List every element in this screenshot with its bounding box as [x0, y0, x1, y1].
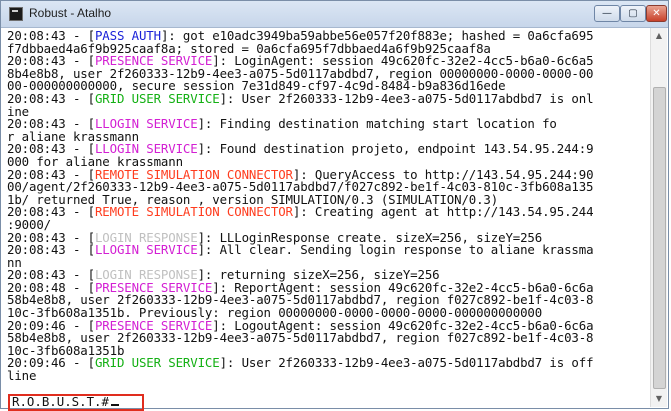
scroll-up-arrow-icon[interactable]: ▲ [651, 28, 667, 44]
console-output[interactable]: 20:08:43 - [PASS AUTH]: got e10adc3949ba… [7, 30, 650, 406]
log-text: ]: Finding destination matching start lo… [197, 116, 557, 132]
log-text: ]: User 2f260333-12b9-4ee3-a075-5d0117ab… [219, 90, 594, 106]
log-source-tag: GRID USER SERVICE [94, 355, 220, 371]
vertical-scrollbar[interactable]: ▲ ▼ [650, 28, 667, 407]
title-bar[interactable]: Robust - Atalho — ▢ ✕ [1, 1, 668, 28]
log-source-tag: REMOTE SIMULATION CONNECTOR [94, 204, 293, 220]
log-source-tag: LLOGIN SERVICE [94, 242, 198, 258]
command-prompt[interactable]: R.O.B.U.S.T.# [12, 394, 119, 409]
console-line: 20:08:43 - [REMOTE SIMULATION CONNECTOR]… [7, 206, 650, 219]
console-lines: 20:08:43 - [PASS AUTH]: got e10adc3949ba… [7, 30, 650, 383]
log-source-tag: GRID USER SERVICE [94, 90, 220, 106]
log-text: line [7, 368, 37, 384]
scroll-down-arrow-icon[interactable]: ▼ [651, 391, 667, 407]
window-title: Robust - Atalho [29, 6, 112, 20]
log-text: ]: All clear. Sending login response to … [197, 242, 594, 258]
minimize-button[interactable]: — [594, 5, 620, 22]
console-line: 20:08:43 - [LLOGIN SERVICE]: All clear. … [7, 242, 650, 258]
scroll-thumb[interactable] [653, 87, 666, 389]
console-window: Robust - Atalho — ▢ ✕ 20:08:43 - [PASS A… [0, 0, 669, 409]
log-text: ]: Found destination projeto, endpoint 1… [197, 141, 594, 157]
console-app-icon[interactable] [9, 7, 23, 21]
console-line: 20:09:46 - [GRID USER SERVICE]: User 2f2… [7, 357, 650, 370]
maximize-button[interactable]: ▢ [620, 5, 646, 22]
text-cursor [110, 404, 119, 406]
prompt-label: R.O.B.U.S.T.# [12, 394, 109, 409]
log-text: ]: User 2f260333-12b9-4ee3-a075-5d0117ab… [219, 355, 594, 371]
console-line: 20:08:43 - [GRID USER SERVICE]: User 2f2… [7, 90, 650, 106]
log-text: ]: Creating agent at http://143.54.95.24… [292, 204, 594, 220]
close-button[interactable]: ✕ [646, 5, 667, 22]
console-line: line [7, 368, 650, 384]
